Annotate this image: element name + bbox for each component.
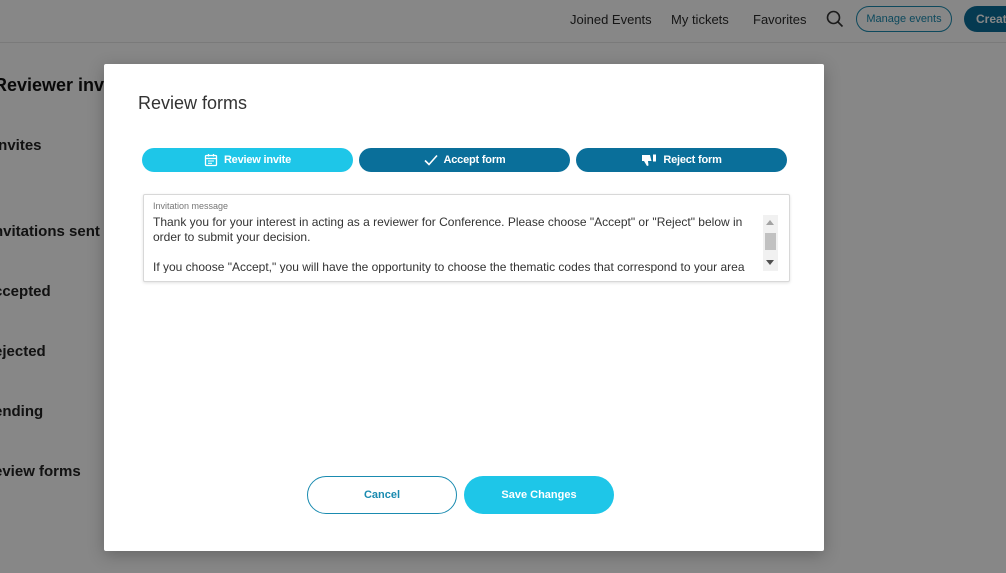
scroll-thumb[interactable] (765, 233, 776, 250)
check-icon (423, 154, 438, 166)
save-changes-button[interactable]: Save Changes (464, 476, 614, 514)
invitation-message-field[interactable]: Invitation message Thank you for your in… (143, 194, 790, 282)
calendar-icon (204, 154, 218, 167)
step-label: Reject form (663, 154, 722, 166)
invitation-message-text[interactable]: Thank you for your interest in acting as… (153, 215, 753, 273)
thumbs-down-icon (642, 154, 657, 166)
step-review-invite[interactable]: Review invite (142, 148, 353, 172)
step-label: Accept form (443, 154, 506, 166)
scroll-up-icon[interactable] (766, 220, 774, 225)
invitation-message-label: Invitation message (153, 201, 229, 211)
scroll-down-icon[interactable] (766, 260, 774, 265)
step-reject-form[interactable]: Reject form (576, 148, 787, 172)
step-accept-form[interactable]: Accept form (359, 148, 570, 172)
dialog-title: Review forms (138, 93, 248, 113)
step-label: Review invite (223, 154, 292, 166)
review-forms-dialog: Review forms Review invite Accept form R… (104, 64, 824, 551)
message-scrollbar[interactable] (763, 215, 778, 271)
cancel-button[interactable]: Cancel (307, 476, 457, 514)
